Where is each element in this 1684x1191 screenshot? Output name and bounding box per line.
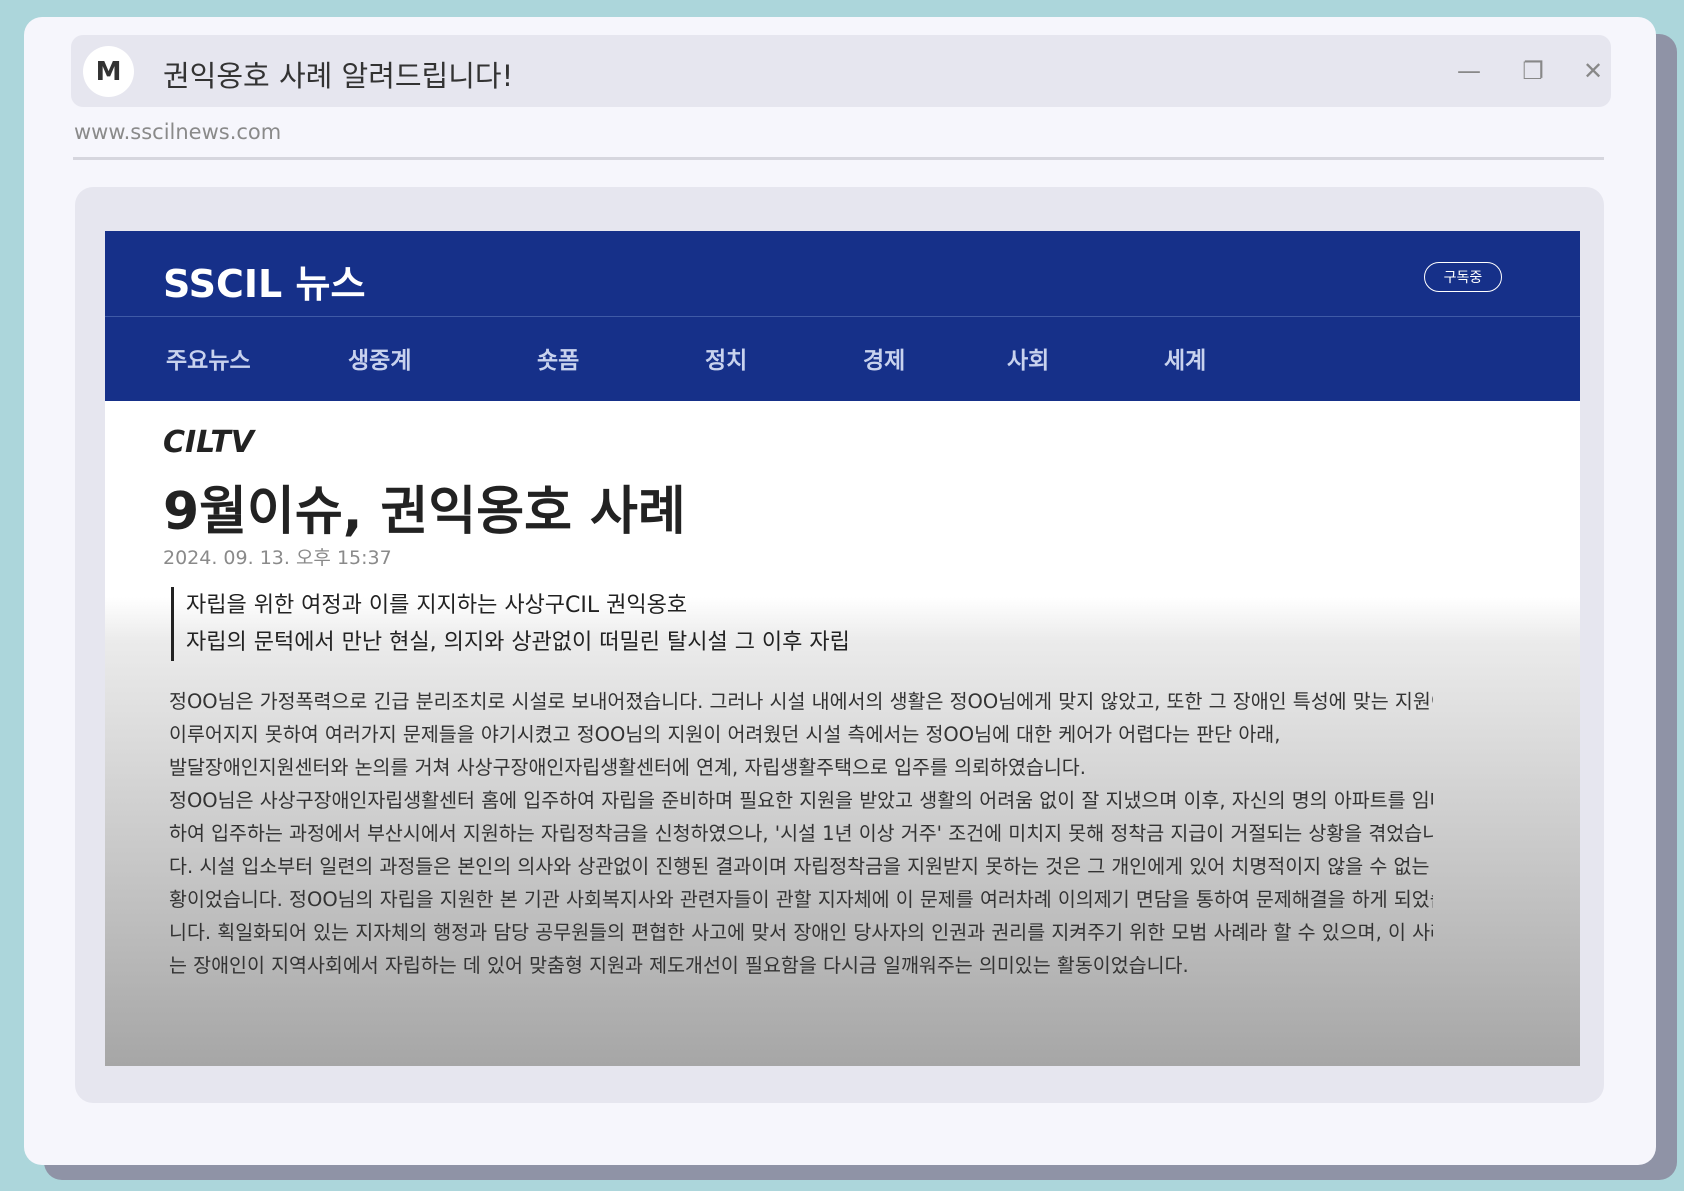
- news-header: SSCIL 뉴스 구독중 주요뉴스 생중계 숏폼 정치 경제 사회 세계: [105, 231, 1580, 401]
- nav-item-economy[interactable]: 경제: [863, 341, 905, 375]
- body-line: 정OO님은 사상구장애인자립생활센터 홈에 입주하여 자립을 준비하며 필요한 …: [169, 789, 1433, 812]
- minimize-icon[interactable]: —: [1451, 53, 1487, 89]
- header-divider: [105, 316, 1580, 317]
- news-brand[interactable]: SSCIL 뉴스: [163, 253, 365, 308]
- title-bar: M 권익옹호 사례 알려드립니다! — ❐ ✕: [71, 35, 1611, 107]
- subscribe-button[interactable]: 구독중: [1424, 262, 1502, 292]
- body-line: 다. 시설 입소부터 일련의 과정들은 본인의 의사와 상관없이 진행된 결과이…: [169, 855, 1433, 878]
- content-card: SSCIL 뉴스 구독중 주요뉴스 생중계 숏폼 정치 경제 사회 세계 CIL…: [75, 187, 1604, 1103]
- news-article: SSCIL 뉴스 구독중 주요뉴스 생중계 숏폼 정치 경제 사회 세계 CIL…: [105, 231, 1580, 1066]
- page-url[interactable]: www.sscilnews.com: [74, 120, 281, 144]
- subheadline-line: 자립을 위한 여정과 이를 지지하는 사상구CIL 권익옹호: [186, 593, 688, 618]
- article-category[interactable]: CILTV: [163, 425, 254, 460]
- body-line: 정OO님은 가정폭력으로 긴급 분리조치로 시설로 보내어졌습니다. 그러나 시…: [169, 690, 1433, 713]
- nav-item-live[interactable]: 생중계: [348, 341, 411, 375]
- close-icon[interactable]: ✕: [1575, 53, 1611, 89]
- body-line: 이루어지지 못하여 여러가지 문제들을 야기시켰고 정OO님의 지원이 어려웠던…: [169, 723, 1281, 746]
- body-line: 하여 입주하는 과정에서 부산시에서 지원하는 자립정착금을 신청하였으나, '…: [169, 822, 1433, 845]
- app-window: M 권익옹호 사례 알려드립니다! — ❐ ✕ www.sscilnews.co…: [24, 17, 1656, 1165]
- body-line: 니다. 획일화되어 있는 지자체의 행정과 담당 공무원들의 편협한 사고에 맞…: [169, 921, 1433, 944]
- article-body: 정OO님은 가정폭력으로 긴급 분리조치로 시설로 보내어졌습니다. 그러나 시…: [169, 685, 1433, 982]
- nav-item-world[interactable]: 세계: [1164, 341, 1206, 375]
- nav-item-main-news[interactable]: 주요뉴스: [166, 341, 251, 375]
- nav-item-politics[interactable]: 정치: [705, 341, 747, 375]
- body-line: 황이었습니다. 정OO님의 자립을 지원한 본 기관 사회복지사와 관련자들이 …: [169, 888, 1433, 911]
- article-headline: 9월이슈, 권익옹호 사례: [163, 482, 686, 542]
- url-divider: [73, 157, 1604, 160]
- nav-item-society[interactable]: 사회: [1007, 341, 1049, 375]
- window-title: 권익옹호 사례 알려드립니다!: [163, 59, 514, 93]
- app-logo: M: [83, 46, 134, 97]
- copy-icon[interactable]: ❐: [1515, 53, 1551, 89]
- article-date: 2024. 09. 13. 오후 15:37: [163, 547, 392, 569]
- subheadline-line: 자립의 문턱에서 만난 현실, 의지와 상관없이 떠밀린 탈시설 그 이후 자립: [186, 630, 850, 655]
- body-line: 는 장애인이 지역사회에서 자립하는 데 있어 맞춤형 지원과 제도개선이 필요…: [169, 954, 1189, 977]
- article-subheadline: 자립을 위한 여정과 이를 지지하는 사상구CIL 권익옹호 자립의 문턱에서 …: [171, 587, 850, 661]
- nav-item-shorts[interactable]: 숏폼: [537, 341, 579, 375]
- body-line: 발달장애인지원센터와 논의를 거쳐 사상구장애인자립생활센터에 연계, 자립생활…: [169, 756, 1086, 779]
